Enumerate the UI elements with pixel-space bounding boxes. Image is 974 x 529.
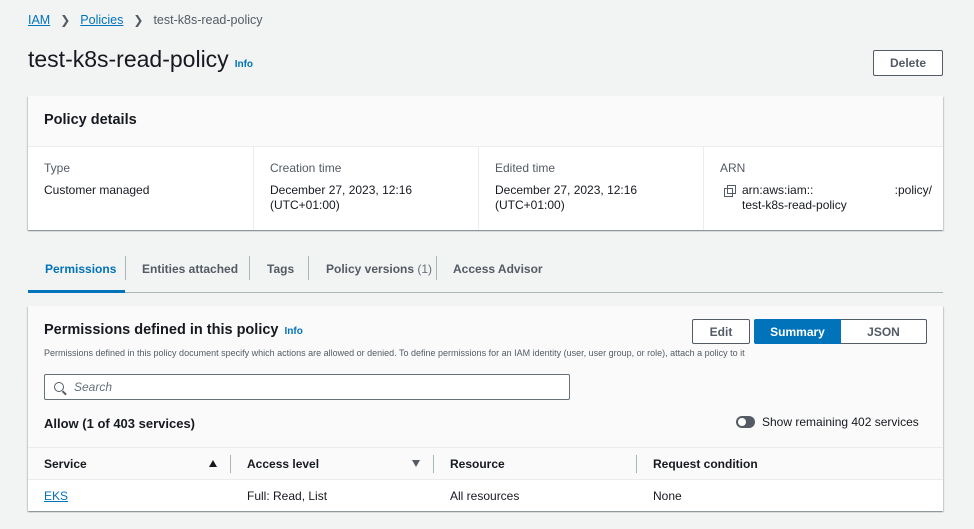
policy-details-heading: Policy details — [28, 96, 943, 147]
access-level-cell: Full: Read, List — [247, 489, 328, 503]
search-icon — [54, 382, 64, 392]
delete-button[interactable]: Delete — [873, 50, 943, 76]
type-field: Type Customer managed — [28, 147, 253, 230]
request-condition-cell: None — [653, 489, 682, 503]
allow-title: Allow (1 of 403 services) — [44, 416, 196, 431]
view-toggle: Summary JSON — [754, 319, 927, 344]
summary-button[interactable]: Summary — [754, 319, 841, 344]
tab-permissions[interactable]: Permissions — [28, 252, 125, 293]
breadcrumb-policies-link[interactable]: Policies — [80, 13, 123, 27]
table-header: Service Access level Resource Request co… — [28, 448, 943, 480]
service-link-eks[interactable]: EKS — [44, 489, 68, 503]
tab-tags[interactable]: Tags — [250, 252, 308, 292]
field-label: Type — [44, 161, 71, 175]
show-remaining-toggle-row: Show remaining 402 services — [736, 415, 919, 429]
sort-descending-icon[interactable] — [412, 460, 420, 467]
breadcrumb-iam-link[interactable]: IAM — [28, 13, 50, 27]
show-remaining-toggle[interactable] — [736, 416, 755, 428]
arn-policy-name: test-k8s-read-policy — [742, 198, 847, 212]
copy-icon[interactable] — [724, 185, 736, 197]
search-field — [44, 374, 570, 400]
sort-ascending-icon[interactable] — [209, 460, 217, 467]
column-resource: Resource — [434, 454, 637, 473]
policy-details-card: Policy details Type Customer managed Cre… — [28, 96, 943, 230]
permissions-heading-row: Permissions defined in this policy Info — [44, 322, 303, 338]
column-request-condition: Request condition — [653, 456, 758, 471]
field-label: Edited time — [495, 161, 556, 175]
field-value: Customer managed — [44, 183, 150, 197]
page-title-row: test-k8s-read-policy Info — [28, 46, 253, 73]
permissions-info-link[interactable]: Info — [284, 326, 302, 337]
field-label: ARN — [720, 161, 746, 175]
table-row: EKS Full: Read, List All resources None — [28, 480, 943, 512]
field-value: December 27, 2023, 12:16 (UTC+01:00) — [270, 183, 413, 212]
permissions-description: Permissions defined in this policy docum… — [44, 348, 745, 358]
tab-access-advisor[interactable]: Access Advisor — [437, 252, 547, 292]
creation-time-field: Creation time December 27, 2023, 12:16 (… — [253, 147, 478, 230]
chevron-right-icon: ❯ — [60, 13, 71, 27]
arn-value: arn:aws:iam:: :policy/ test-k8s-read-pol… — [742, 183, 932, 213]
permissions-heading: Permissions defined in this policy — [44, 322, 279, 338]
field-value: December 27, 2023, 12:16 (UTC+01:00) — [495, 183, 638, 212]
chevron-right-icon: ❯ — [133, 13, 144, 27]
column-service[interactable]: Service — [28, 454, 231, 473]
title-info-link[interactable]: Info — [235, 59, 253, 70]
toggle-label: Show remaining 402 services — [762, 415, 919, 429]
column-access-level[interactable]: Access level — [231, 454, 434, 473]
tab-entities-attached[interactable]: Entities attached — [126, 252, 249, 292]
tab-bar: Permissions Entities attached Tags Polic… — [28, 252, 943, 293]
edit-button[interactable]: Edit — [692, 319, 750, 344]
breadcrumb: IAM ❯ Policies ❯ test-k8s-read-policy — [28, 13, 263, 27]
field-label: Creation time — [270, 161, 342, 175]
json-button[interactable]: JSON — [841, 319, 927, 344]
resource-cell: All resources — [450, 489, 520, 503]
arn-prefix: arn:aws:iam:: — [742, 183, 814, 197]
arn-suffix: :policy/ — [894, 183, 932, 197]
tab-policy-versions[interactable]: Policy versions (1) — [309, 252, 436, 292]
edited-time-field: Edited time December 27, 2023, 12:16 (UT… — [478, 147, 703, 230]
page-title: test-k8s-read-policy — [28, 46, 229, 72]
permissions-card: Permissions defined in this policy Info … — [28, 306, 943, 511]
search-input[interactable] — [72, 379, 556, 395]
arn-field: ARN arn:aws:iam:: :policy/ test-k8s-read… — [703, 147, 943, 230]
breadcrumb-current: test-k8s-read-policy — [153, 13, 263, 27]
